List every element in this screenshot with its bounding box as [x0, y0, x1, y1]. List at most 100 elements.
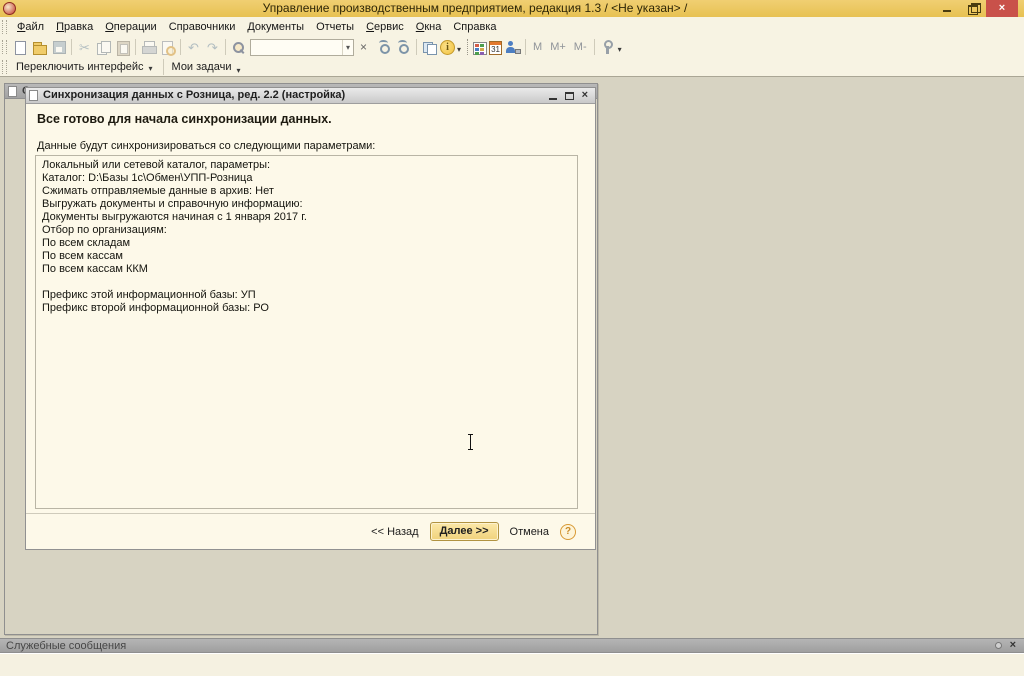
- menu-reports[interactable]: Отчеты: [310, 19, 360, 35]
- quick-search-combo: ▾: [250, 39, 354, 56]
- sync-parameters-box[interactable]: Локальный или сетевой каталог, параметры…: [35, 155, 578, 509]
- toolbar-separator: [135, 39, 136, 55]
- close-icon[interactable]: ×: [582, 89, 588, 102]
- info-icon[interactable]: i: [440, 40, 455, 55]
- minimize-icon[interactable]: [549, 98, 557, 100]
- service-messages-title: Служебные сообщения: [0, 639, 126, 653]
- toolbar-grip[interactable]: [2, 40, 7, 54]
- windows-list-icon[interactable]: [421, 39, 438, 56]
- app-logo-1c-icon: [3, 2, 16, 15]
- sync-data-window: Синхронизация данных × Синхронизация дан…: [4, 83, 598, 635]
- toolbar-separator: [594, 39, 595, 55]
- sync-wizard-body: Все готово для начала синхронизации данн…: [26, 104, 595, 549]
- settings-dropdown-icon[interactable]: ▾: [618, 45, 622, 54]
- wizard-footer: << Назад Далее >> Отмена ?: [26, 513, 595, 549]
- sync-wizard-dialog: Синхронизация данных с Розница, ред. 2.2…: [25, 87, 596, 550]
- info-dropdown-icon[interactable]: ▾: [457, 45, 461, 54]
- service-messages-titlebar[interactable]: Служебные сообщения ×: [0, 638, 1024, 653]
- memory-add-button[interactable]: M+: [546, 37, 570, 57]
- close-button[interactable]: ×: [986, 0, 1018, 17]
- redo-icon[interactable]: ↷: [204, 39, 221, 56]
- menu-edit[interactable]: Правка: [50, 19, 99, 35]
- window-controls: ×: [549, 89, 595, 102]
- find-next-icon[interactable]: [395, 39, 412, 56]
- cut-icon[interactable]: ✂: [76, 39, 93, 56]
- memory-recall-button[interactable]: M: [529, 37, 546, 57]
- user-lock-icon[interactable]: [504, 39, 521, 56]
- param-line: Сжимать отправляемые данные в архив: Нет: [42, 185, 571, 198]
- back-button[interactable]: << Назад: [371, 526, 418, 538]
- memory-subtract-button[interactable]: M-: [570, 37, 591, 57]
- pin-icon[interactable]: [995, 642, 1002, 649]
- find-previous-icon[interactable]: [376, 39, 393, 56]
- open-icon[interactable]: [31, 39, 48, 56]
- menu-service[interactable]: Сервис: [360, 19, 410, 35]
- sync-wizard-titlebar[interactable]: Синхронизация данных с Розница, ред. 2.2…: [26, 88, 595, 104]
- menu-bar: Файл Правка Операции Справочники Докумен…: [0, 17, 1024, 36]
- param-line: Выгружать документы и справочную информа…: [42, 198, 571, 211]
- minimize-button[interactable]: [934, 0, 960, 17]
- save-icon[interactable]: [50, 39, 67, 56]
- quick-search-input[interactable]: [251, 41, 342, 54]
- toolbar-separator: [180, 39, 181, 55]
- new-document-icon[interactable]: [12, 39, 29, 56]
- calendar-day-label: 31: [490, 45, 501, 54]
- interface-toolbar: Переключить интерфейс ▾ Мои задачи ▾: [0, 58, 1024, 77]
- app-titlebar: Управление производственным предприятием…: [0, 0, 1024, 17]
- clear-search-icon[interactable]: ×: [357, 39, 374, 56]
- toolbar-separator: [525, 39, 526, 55]
- next-button[interactable]: Далее >>: [430, 522, 499, 541]
- undo-icon[interactable]: ↶: [185, 39, 202, 56]
- print-preview-icon[interactable]: [159, 39, 176, 56]
- switch-interface-button[interactable]: Переключить интерфейс ▾: [11, 60, 160, 74]
- maximize-icon[interactable]: [565, 92, 574, 100]
- calendar-icon[interactable]: 31: [489, 41, 502, 55]
- app-title: Управление производственным предприятием…: [16, 0, 934, 17]
- menu-operations[interactable]: Операции: [99, 19, 162, 35]
- formula-board-icon[interactable]: [473, 42, 487, 55]
- menu-catalogs[interactable]: Справочники: [163, 19, 242, 35]
- paste-icon[interactable]: [114, 39, 131, 56]
- menu-file[interactable]: Файл: [11, 19, 50, 35]
- settings-wrench-icon[interactable]: [599, 39, 616, 56]
- toolbar-grip[interactable]: [2, 20, 7, 34]
- chevron-down-icon: ▾: [149, 64, 153, 73]
- param-line: Каталог: D:\Базы 1с\Обмен\УПП-Розница: [42, 172, 571, 185]
- toolbar-separator: [416, 39, 417, 55]
- menu-documents[interactable]: Документы: [241, 19, 310, 35]
- lock-icon: [515, 49, 521, 54]
- document-icon: [8, 86, 17, 97]
- search-icon[interactable]: [230, 39, 247, 56]
- param-line: По всем кассам ККМ: [42, 263, 571, 276]
- service-messages-content: [0, 653, 1024, 676]
- param-line: Документы выгружаются начиная с 1 января…: [42, 211, 571, 224]
- sync-wizard-title: Синхронизация данных с Розница, ред. 2.2…: [43, 88, 345, 103]
- combo-dropdown-icon[interactable]: ▾: [342, 40, 353, 55]
- text-cursor-icon: [466, 434, 475, 450]
- my-tasks-label: Мои задачи: [172, 61, 232, 73]
- param-line: Отбор по организациям:: [42, 224, 571, 237]
- params-label: Данные будут синхронизироваться со следу…: [37, 140, 375, 152]
- service-messages-panel: Служебные сообщения ×: [0, 638, 1024, 676]
- menu-windows[interactable]: Окна: [410, 19, 448, 35]
- print-icon[interactable]: [140, 39, 157, 56]
- app-window-controls: ×: [934, 0, 1018, 17]
- close-icon[interactable]: ×: [1010, 639, 1016, 652]
- param-line: Локальный или сетевой каталог, параметры…: [42, 159, 571, 172]
- mdi-workspace: Синхронизация данных × Синхронизация дан…: [0, 77, 1024, 638]
- my-tasks-button[interactable]: Мои задачи ▾: [167, 59, 248, 76]
- param-line: Префикс этой информационной базы: УП: [42, 289, 571, 302]
- toolbar-separator: [467, 39, 468, 55]
- chevron-down-icon: ▾: [236, 66, 240, 75]
- menu-help[interactable]: Справка: [447, 19, 502, 35]
- param-line: Префикс второй информационной базы: РО: [42, 302, 571, 315]
- help-button[interactable]: ?: [560, 524, 576, 540]
- param-line: По всем кассам: [42, 250, 571, 263]
- cancel-button[interactable]: Отмена: [510, 526, 549, 538]
- copy-icon[interactable]: [95, 39, 112, 56]
- restore-button[interactable]: [960, 0, 986, 17]
- toolbar-grip[interactable]: [2, 60, 7, 74]
- toolbar-separator: [225, 39, 226, 55]
- main-toolbar: ✂ ↶ ↷ ▾ × i ▾ 31 M M+ M- ▾: [0, 36, 1024, 58]
- document-icon: [29, 90, 38, 101]
